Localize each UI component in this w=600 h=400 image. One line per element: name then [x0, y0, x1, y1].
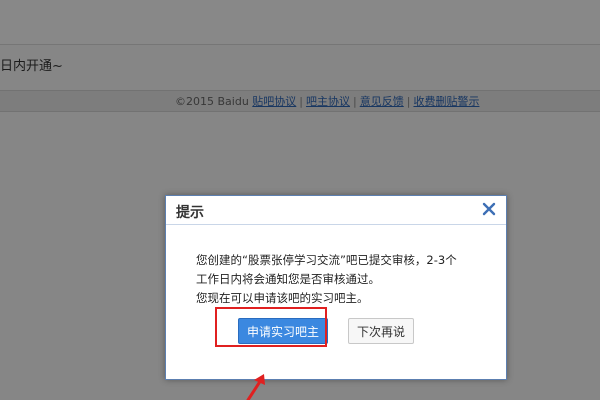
message-line: 工作日内将会通知您是否审核通过。 [196, 272, 380, 286]
dialog-title: 提示 [176, 205, 204, 221]
message-line: 您现在可以申请该吧的实习吧主。 [196, 291, 369, 305]
close-icon[interactable] [480, 200, 498, 218]
highlight-box [215, 307, 327, 347]
dialog-message: 您创建的“股票张停学习交流”吧已提交审核，2-3个 工作日内将会通知您是否审核通… [196, 251, 486, 308]
later-button[interactable]: 下次再说 [348, 318, 414, 344]
red-arrow-icon [246, 374, 265, 400]
prompt-dialog: 提示 您创建的“股票张停学习交流”吧已提交审核，2-3个 工作日内将会通知您是否… [165, 195, 507, 380]
message-line: 您创建的“股票张停学习交流”吧已提交审核，2-3个 [196, 253, 457, 267]
dialog-header: 提示 [166, 196, 506, 225]
